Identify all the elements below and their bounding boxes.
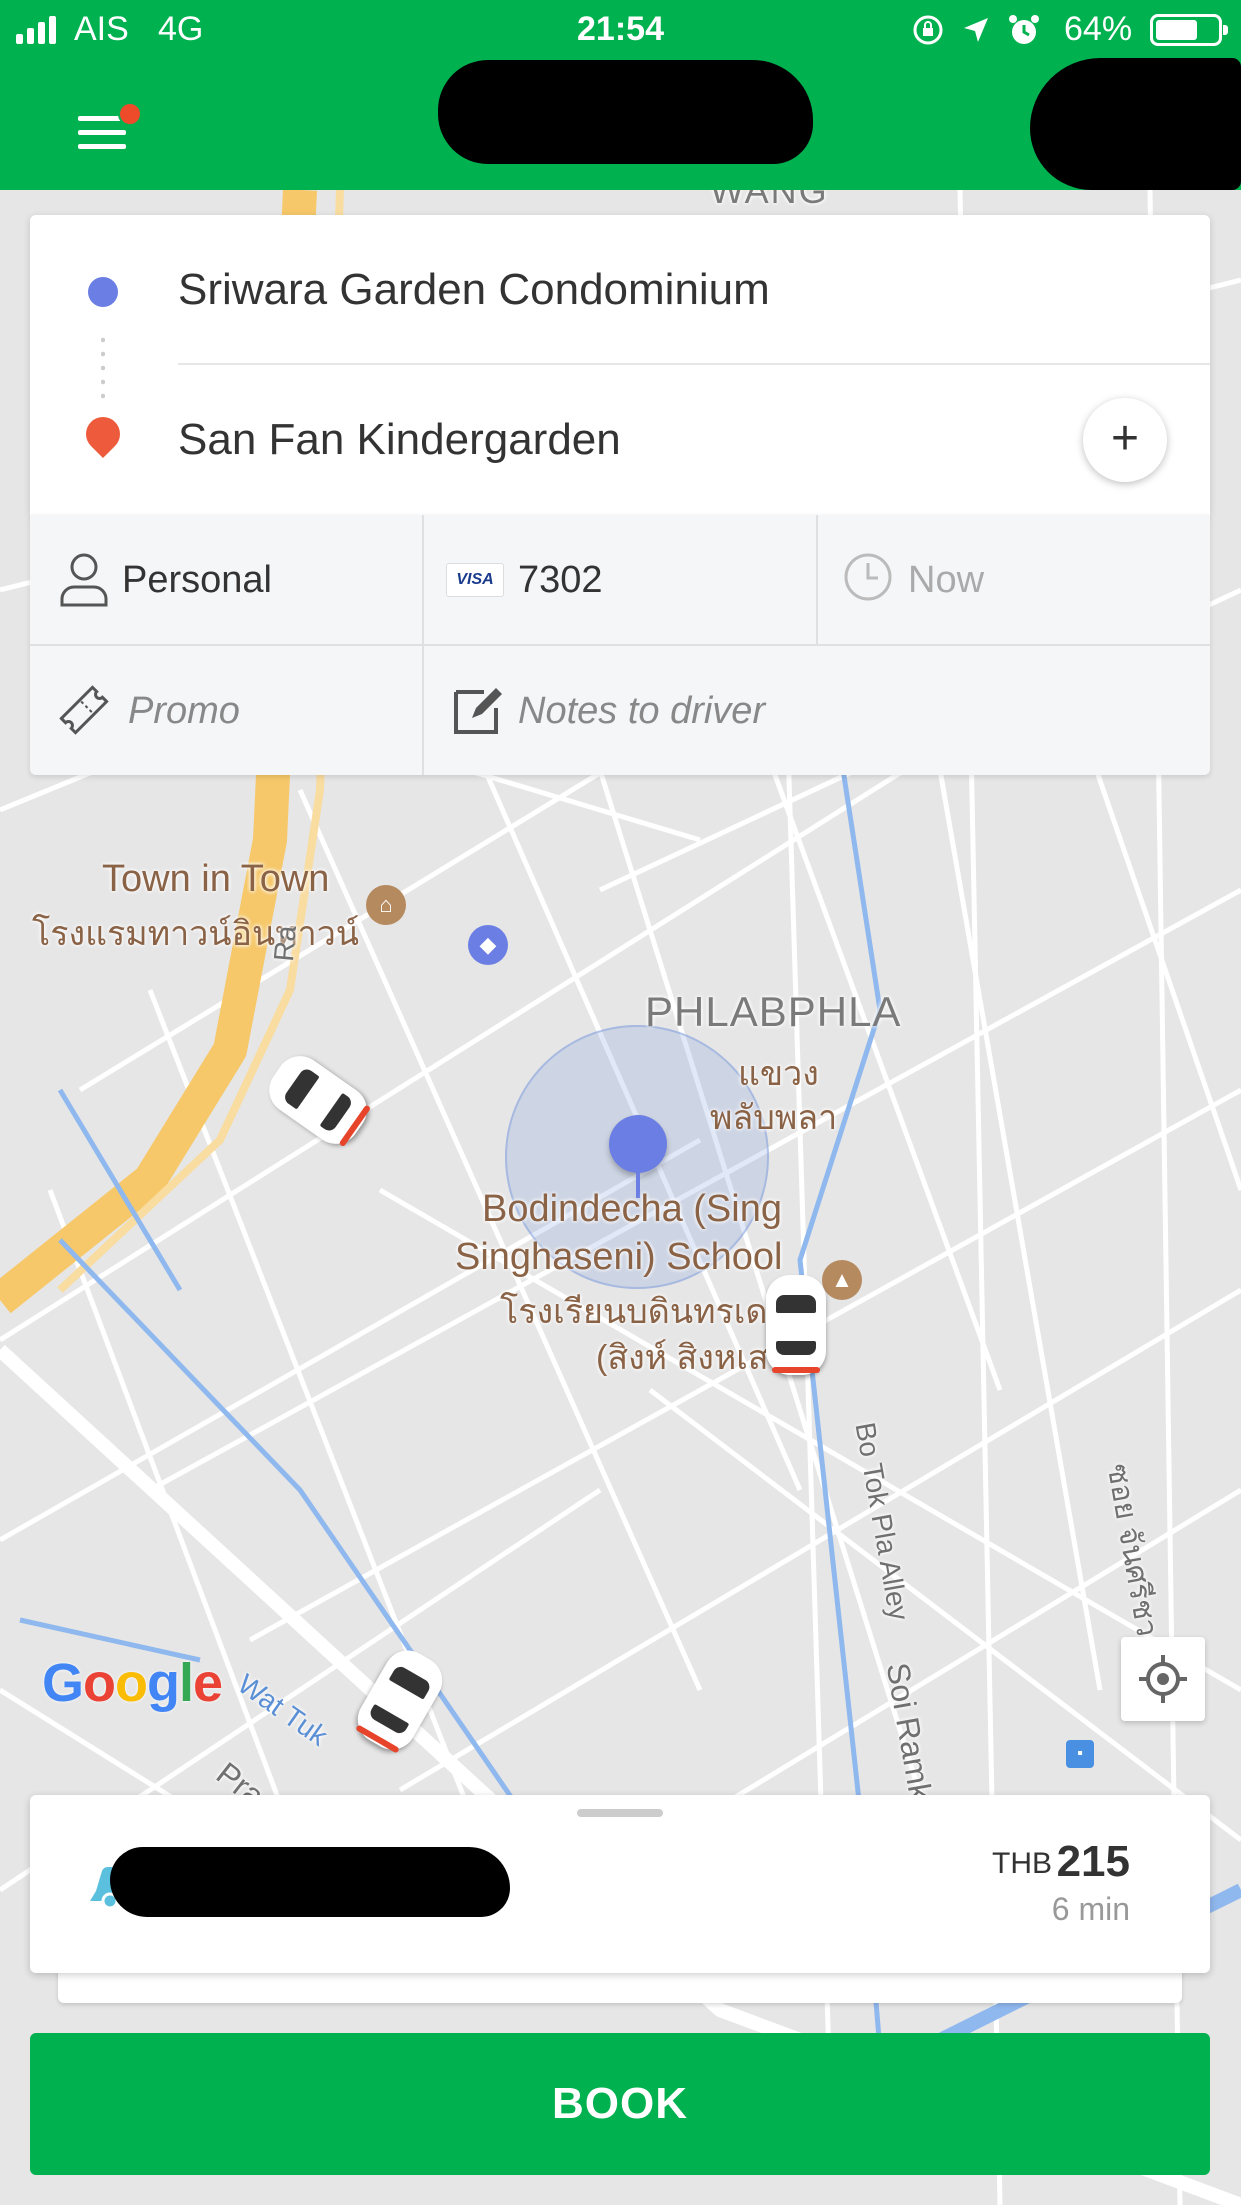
map-label-wang: WANG [710, 190, 829, 211]
sheet-drag-handle[interactable] [577, 1809, 663, 1817]
app-header [0, 58, 1241, 190]
vehicle-option-card[interactable]: THB 215 6 min [30, 1795, 1210, 1973]
visa-card-icon: VISA [446, 563, 504, 597]
person-icon [60, 553, 108, 607]
hotel-icon[interactable]: ⌂ [366, 885, 406, 925]
map-label-school-2: Singhaseni) School [455, 1236, 783, 1278]
locate-me-button[interactable] [1121, 1637, 1205, 1721]
ticket-icon [59, 685, 109, 735]
pickup-row[interactable]: Sriwara Garden Condominium [30, 215, 1210, 365]
payment-selector[interactable]: VISA 7302 [424, 515, 816, 645]
fare-eta: 6 min [1051, 1891, 1130, 1927]
time-label: Now [908, 559, 985, 601]
map-label-district-th-2: พลับพลา [710, 1099, 838, 1137]
time-selector[interactable]: Now [818, 515, 1210, 645]
alarm-icon [1009, 15, 1039, 44]
pickup-location-pin [609, 1115, 667, 1173]
map-label-district: PHLABPHLA [645, 988, 902, 1035]
pickup-field[interactable]: Sriwara Garden Condominium [178, 265, 770, 315]
add-stop-button[interactable]: + [1083, 398, 1167, 482]
card-last4: 7302 [518, 559, 603, 601]
map-label-ra: Ra [268, 924, 303, 963]
dropoff-field[interactable]: San Fan Kindergarden [178, 415, 621, 465]
menu-button[interactable] [72, 102, 142, 162]
map-label-school-1: Bodindecha (Sing [482, 1188, 782, 1230]
school-icon[interactable]: ▲ [822, 1260, 862, 1300]
redacted-title [438, 60, 813, 164]
rotation-lock-icon [913, 15, 943, 45]
redacted-avatar[interactable] [1030, 58, 1241, 190]
battery-percent: 64% [1064, 10, 1133, 48]
dropoff-row[interactable]: San Fan Kindergarden [30, 365, 1210, 515]
edit-note-icon [454, 688, 502, 734]
map-label-town-in-town-th: โรงแรมทาวน์อินทาวน์ [32, 915, 360, 953]
crosshair-icon [1139, 1655, 1187, 1703]
notes-to-driver-field[interactable]: Notes to driver [424, 646, 1210, 776]
map-label-school-th-2: (สิงห์ สิงหเส [596, 1339, 769, 1377]
notification-dot [118, 102, 142, 126]
nearby-car [766, 1275, 826, 1375]
shopping-bag-icon[interactable]: ◆ [468, 925, 508, 965]
clock-icon [844, 553, 892, 601]
fare-price: 215 [1056, 1837, 1130, 1886]
pickup-dot-icon [88, 277, 118, 307]
status-bar: AIS 4G 21:54 64% [0, 0, 1241, 60]
status-icons [910, 12, 1042, 48]
booking-options: Personal VISA 7302 Now Promo Notes to dr… [30, 515, 1210, 775]
notes-placeholder: Notes to driver [518, 690, 766, 732]
book-button[interactable]: BOOK [30, 2033, 1210, 2175]
transit-icon[interactable]: ▪ [1066, 1740, 1094, 1768]
fare-currency: THB [992, 1847, 1052, 1880]
status-time: 21:54 [577, 10, 664, 48]
promo-label: Promo [128, 690, 240, 732]
trip-card: Sriwara Garden Condominium San Fan Kinde… [30, 215, 1210, 515]
redacted-vehicle-type [110, 1847, 510, 1917]
promo-button[interactable]: Promo [30, 646, 422, 776]
location-arrow-icon [964, 18, 988, 42]
google-logo: Google [42, 1653, 223, 1713]
profile-label: Personal [122, 559, 272, 601]
battery-icon [1150, 14, 1228, 46]
profile-selector[interactable]: Personal [30, 515, 422, 645]
map-label-town-in-town: Town in Town [102, 858, 330, 900]
